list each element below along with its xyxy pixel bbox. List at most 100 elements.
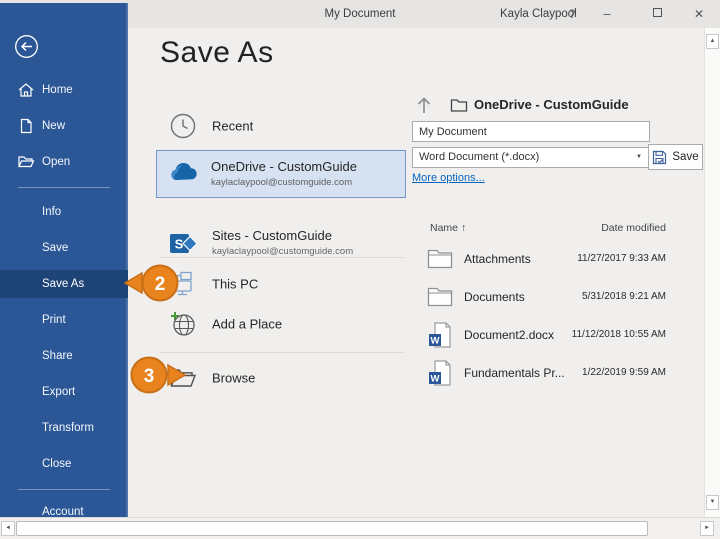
folder-icon: [426, 283, 454, 311]
sidebar-item-label: Print: [42, 309, 66, 331]
maximize-box-glyph: [653, 8, 662, 17]
back-arrow-icon: [14, 34, 39, 59]
place-sites[interactable]: S Sites - CustomGuide kaylaclaypool@cust…: [128, 220, 406, 268]
word-document-icon: W: [426, 321, 454, 349]
help-icon[interactable]: ?: [562, 0, 582, 28]
callout-number: 3: [144, 366, 155, 387]
globe-plus-icon: [168, 309, 198, 339]
file-date: 11/12/2018 10:55 AM: [548, 316, 666, 354]
sidebar-item-save-as-active[interactable]: Save As: [0, 270, 128, 298]
horizontal-scrollbar[interactable]: ◄ ►: [0, 517, 720, 539]
close-icon[interactable]: ✕: [685, 0, 713, 28]
sidebar-item-label: Home: [42, 79, 73, 101]
file-row-document2[interactable]: W Document2.docx 11/12/2018 10:55 AM: [412, 316, 670, 354]
file-date: 5/31/2018 9:21 AM: [548, 278, 666, 316]
sidebar-divider: [18, 489, 110, 490]
svg-text:W: W: [431, 336, 440, 347]
file-name: Attachments: [464, 240, 531, 278]
sidebar-item-label: Transform: [42, 417, 94, 439]
backstage-sidebar: Home New Open Info Save Save As Print Sh…: [0, 3, 128, 517]
scroll-right-icon[interactable]: ►: [700, 521, 714, 536]
sidebar-item-label: New: [42, 115, 65, 137]
up-arrow-icon: [414, 94, 434, 116]
maximize-icon[interactable]: [643, 0, 671, 28]
sidebar-item-label: Save As: [42, 270, 84, 298]
scroll-up-icon[interactable]: ▲: [706, 34, 719, 49]
filename-input[interactable]: [412, 121, 650, 142]
folder-icon: [426, 245, 454, 273]
places-divider: [160, 257, 404, 258]
date-modified-column-header[interactable]: Date modified: [548, 222, 666, 234]
file-type-value: Word Document (*.docx): [419, 151, 539, 163]
file-type-dropdown[interactable]: Word Document (*.docx) ▼: [412, 147, 650, 168]
place-recent[interactable]: Recent: [128, 106, 406, 146]
sidebar-item-label: Export: [42, 381, 75, 403]
home-icon: [17, 82, 35, 98]
sort-ascending-icon: ↑: [461, 222, 466, 234]
open-folder-icon: [17, 154, 35, 170]
place-label: This PC: [212, 277, 258, 292]
svg-text:W: W: [431, 374, 440, 385]
more-options-link[interactable]: More options...: [412, 172, 485, 184]
sidebar-item-home[interactable]: Home: [0, 79, 128, 101]
document-title: My Document: [300, 0, 420, 28]
page-title: Save As: [160, 36, 274, 70]
sidebar-item-label: Account: [42, 501, 84, 517]
save-as-content: Save As Recent OneDrive - CustomGuide ka…: [128, 28, 704, 517]
sharepoint-icon: S: [168, 229, 198, 259]
current-location-label[interactable]: OneDrive - CustomGuide: [474, 97, 629, 112]
save-button[interactable]: Save: [648, 144, 703, 170]
sidebar-item-open[interactable]: Open: [0, 151, 128, 173]
save-button-label: Save: [672, 151, 698, 163]
sidebar-item-account[interactable]: Account: [0, 501, 128, 517]
file-name: Document2.docx: [464, 316, 554, 354]
place-add-a-place[interactable]: Add a Place: [128, 304, 406, 344]
sidebar-item-print[interactable]: Print: [0, 309, 128, 331]
minimize-icon[interactable]: –: [593, 0, 621, 28]
location-folder-icon: [450, 98, 468, 113]
clock-icon: [168, 111, 198, 141]
sidebar-item-save[interactable]: Save: [0, 237, 128, 259]
file-row-attachments[interactable]: Attachments 11/27/2017 9:33 AM: [412, 240, 670, 278]
place-label: OneDrive - CustomGuide: [211, 159, 357, 174]
callout-badge-2: 2: [122, 263, 182, 303]
sidebar-item-new[interactable]: New: [0, 115, 128, 137]
chevron-down-icon: ▼: [636, 148, 642, 167]
sidebar-item-label: Open: [42, 151, 70, 173]
sidebar-item-export[interactable]: Export: [0, 381, 128, 403]
name-header-label: Name: [430, 222, 458, 234]
callout-badge-3: 3: [126, 355, 188, 395]
word-document-icon: W: [426, 359, 454, 387]
scroll-left-icon[interactable]: ◄: [1, 521, 15, 536]
up-directory-button[interactable]: [414, 94, 434, 116]
vertical-scrollbar[interactable]: ▲ ▼: [704, 28, 720, 517]
sidebar-item-close[interactable]: Close: [0, 453, 128, 475]
place-label: Recent: [212, 119, 253, 134]
svg-text:S: S: [175, 237, 184, 252]
horizontal-scrollbar-thumb[interactable]: [16, 521, 648, 536]
file-row-documents[interactable]: Documents 5/31/2018 9:21 AM: [412, 278, 670, 316]
places-divider: [160, 352, 404, 353]
place-sublabel: kaylaclaypool@customguide.com: [211, 177, 352, 188]
back-button[interactable]: [14, 34, 39, 59]
callout-number: 2: [155, 274, 166, 295]
sidebar-item-label: Info: [42, 201, 61, 223]
save-disk-icon: [652, 150, 667, 165]
sidebar-item-info[interactable]: Info: [0, 201, 128, 223]
file-name: Documents: [464, 278, 525, 316]
onedrive-cloud-icon: [167, 160, 201, 188]
file-row-fundamentals[interactable]: W Fundamentals Pr... 1/22/2019 9:59 AM: [412, 354, 670, 392]
sidebar-item-share[interactable]: Share: [0, 345, 128, 367]
sidebar-item-label: Close: [42, 453, 71, 475]
word-backstage-window: My Document Kayla Claypool ? – ✕ Home Ne…: [0, 0, 720, 539]
place-onedrive-selected[interactable]: OneDrive - CustomGuide kaylaclaypool@cus…: [156, 150, 406, 198]
sidebar-item-label: Share: [42, 345, 73, 367]
file-date: 1/22/2019 9:59 AM: [548, 354, 666, 392]
name-column-header[interactable]: Name ↑: [430, 222, 466, 234]
new-document-icon: [17, 118, 35, 134]
sidebar-item-label: Save: [42, 237, 68, 259]
scroll-down-icon[interactable]: ▼: [706, 495, 719, 510]
sidebar-divider: [18, 187, 110, 188]
file-date: 11/27/2017 9:33 AM: [548, 240, 666, 278]
sidebar-item-transform[interactable]: Transform: [0, 417, 128, 439]
